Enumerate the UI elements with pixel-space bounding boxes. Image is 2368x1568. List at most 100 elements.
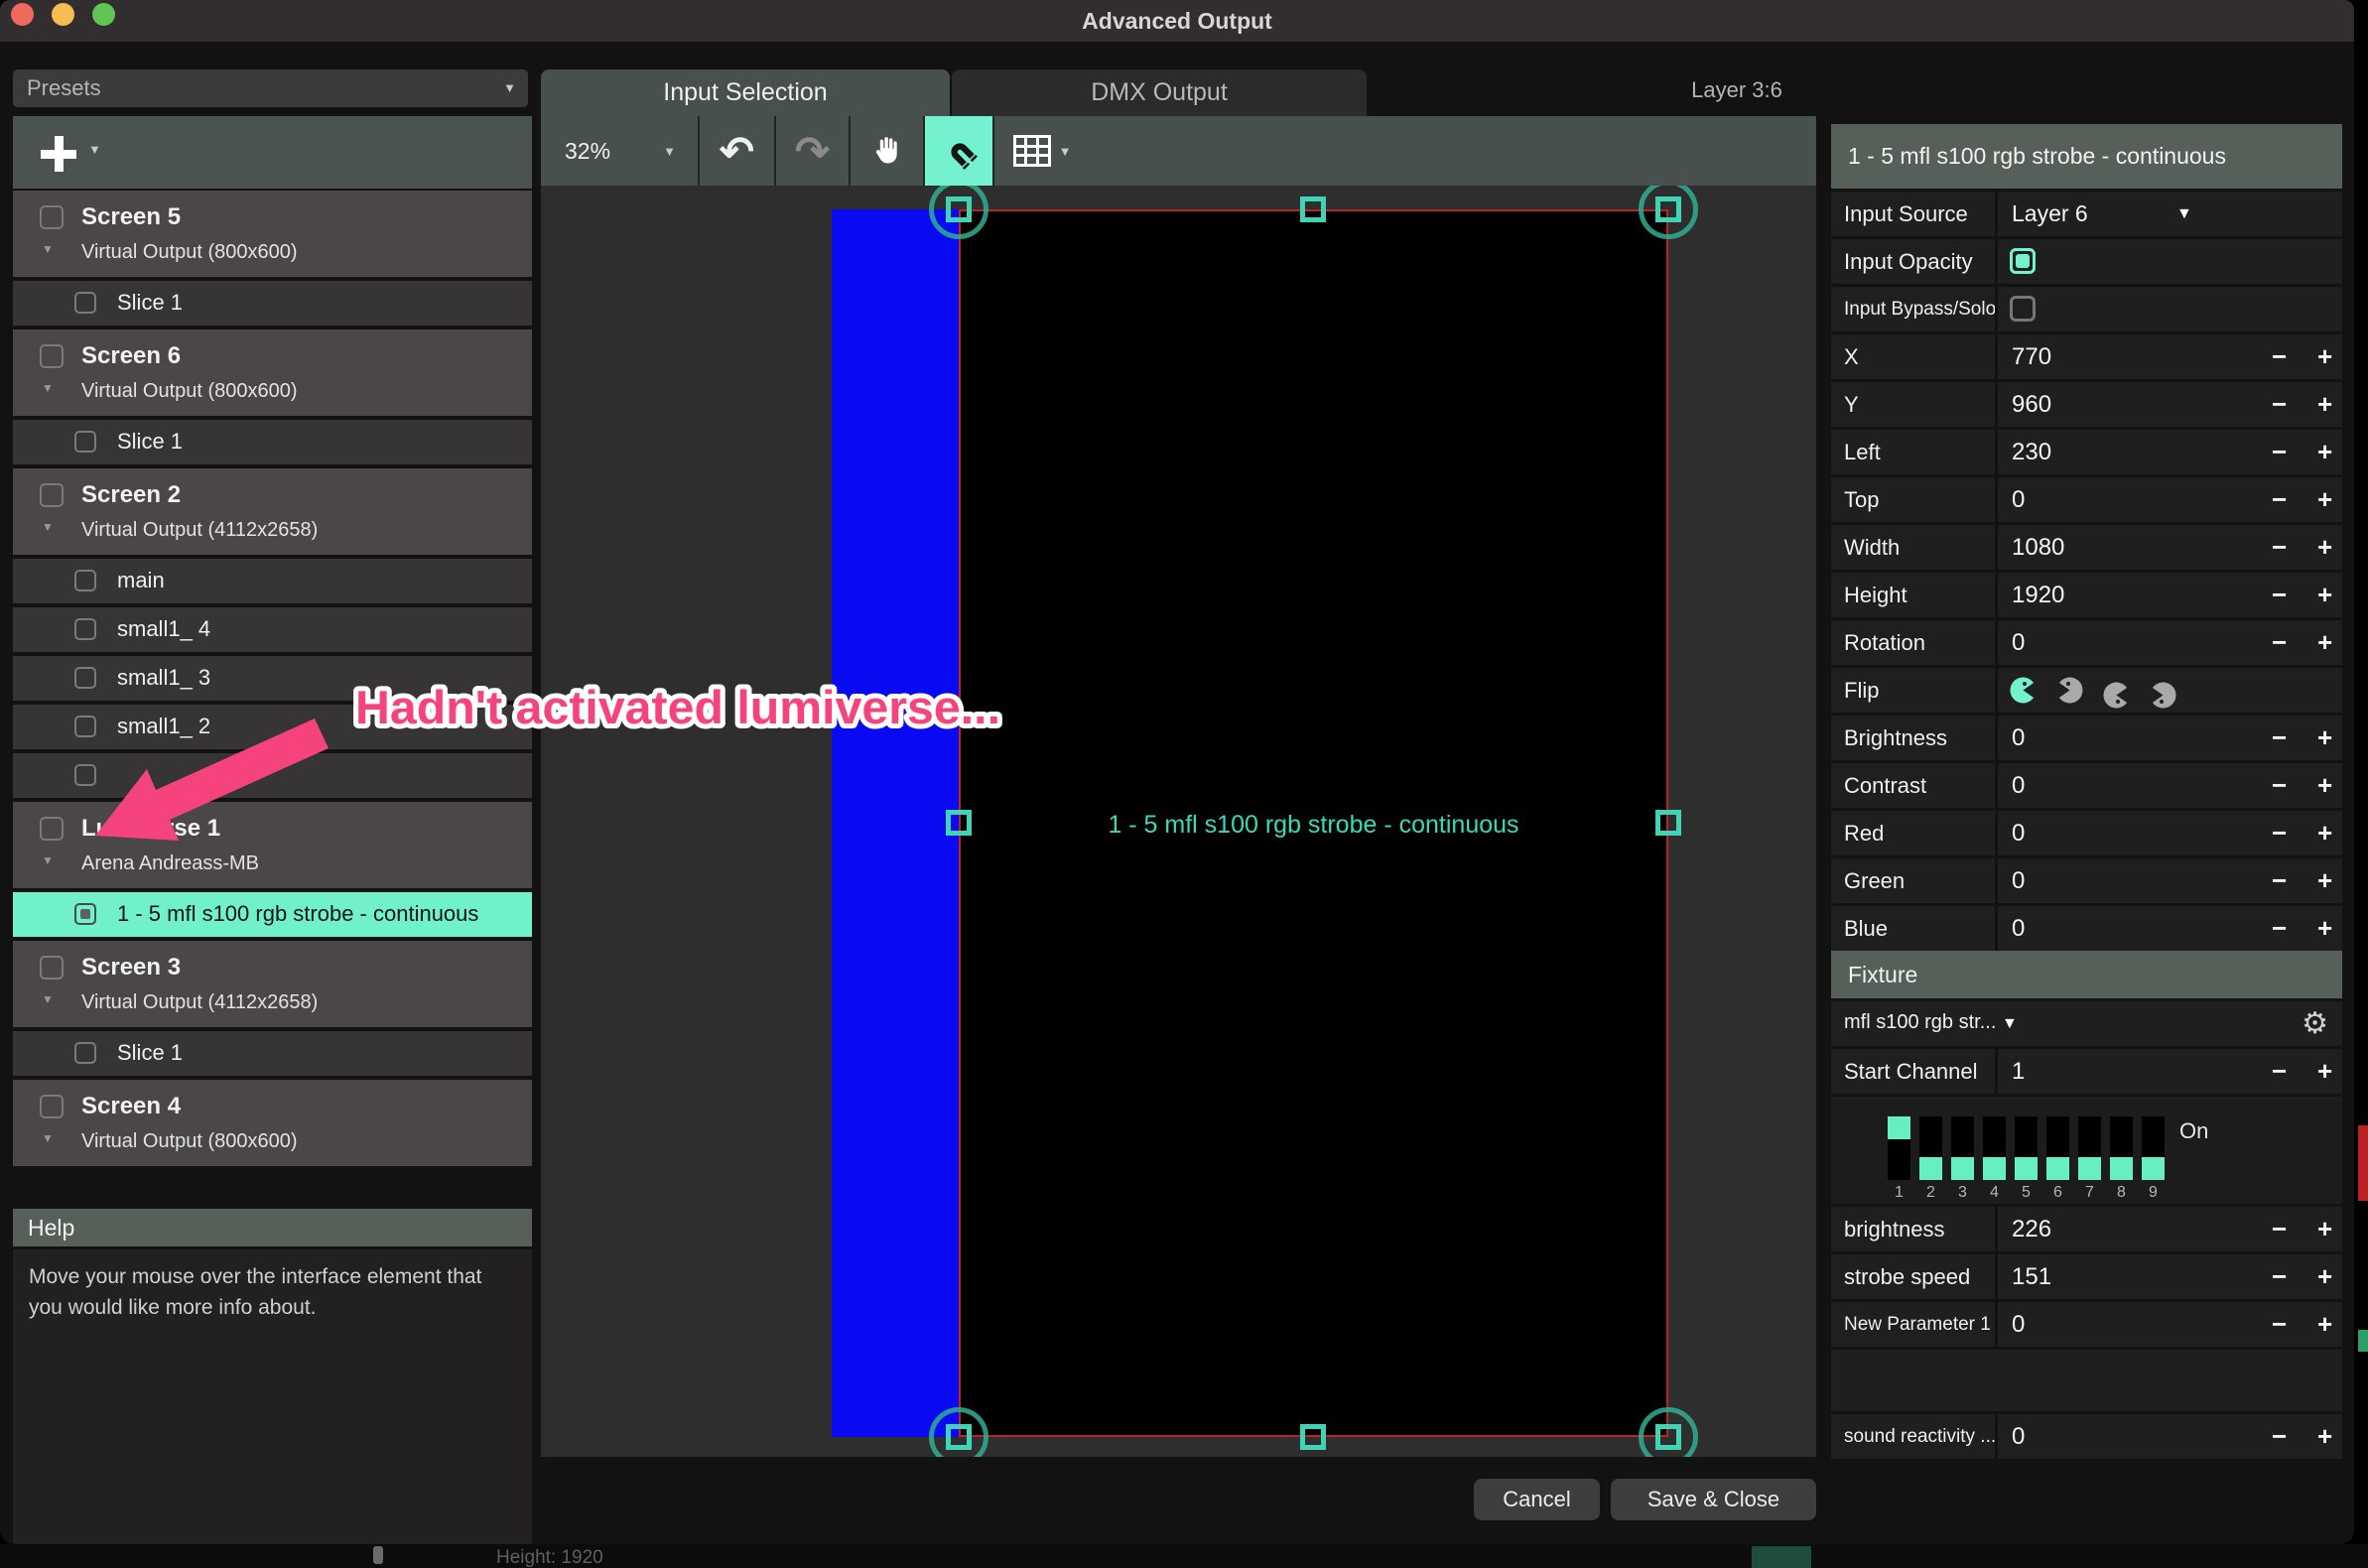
collapse-chevron-icon[interactable]: ▼ <box>42 853 54 867</box>
flip-icon[interactable] <box>2010 677 2037 709</box>
cancel-button[interactable]: Cancel <box>1474 1479 1600 1520</box>
parameter-value-cell[interactable]: 960 −+ <box>1998 382 2342 427</box>
parameter-value[interactable]: 770 <box>2012 343 2051 371</box>
parameter-value-cell[interactable]: 0−+ <box>1998 1302 2342 1347</box>
parameter-value-cell[interactable] <box>1998 239 2342 284</box>
corner-handle[interactable] <box>946 196 972 222</box>
parameter-value[interactable]: 1920 <box>2012 582 2064 609</box>
slice-row[interactable]: Slice 1 <box>13 420 532 464</box>
decrement-button[interactable]: − <box>2272 1309 2287 1340</box>
edge-handle[interactable] <box>1655 810 1681 836</box>
corner-handle[interactable] <box>946 1424 972 1450</box>
parameter-value[interactable]: 230 <box>2012 439 2051 466</box>
increment-button[interactable]: + <box>2317 865 2332 896</box>
decrement-button[interactable]: − <box>2272 913 2287 944</box>
gear-icon[interactable]: ⚙ <box>2302 1006 2328 1041</box>
output-group-row[interactable]: Screen 4▼Virtual Output (800x600) <box>13 1080 532 1166</box>
decrement-button[interactable]: − <box>2272 389 2287 420</box>
decrement-button[interactable]: − <box>2272 865 2287 896</box>
pan-tool-button[interactable] <box>849 116 923 186</box>
collapse-chevron-icon[interactable]: ▼ <box>42 1131 54 1145</box>
collapse-chevron-icon[interactable]: ▼ <box>42 242 54 256</box>
collapse-chevron-icon[interactable]: ▼ <box>42 992 54 1006</box>
parameter-value-cell[interactable]: 0−+ <box>1998 811 2342 855</box>
decrement-button[interactable]: − <box>2272 627 2287 658</box>
output-group-row[interactable]: Lumiverse 1▼Arena Andreass-MB <box>13 802 532 888</box>
parameter-value-cell[interactable]: 1−+ <box>1998 1049 2342 1094</box>
increment-button[interactable]: + <box>2317 437 2332 467</box>
decrement-button[interactable]: − <box>2272 722 2287 753</box>
tab-input-selection[interactable]: Input Selection <box>541 69 950 116</box>
parameter-value[interactable]: 0 <box>2012 724 2025 752</box>
parameter-value[interactable]: 0 <box>2012 867 2025 895</box>
redo-button[interactable]: ↷ <box>774 116 849 186</box>
decrement-button[interactable]: − <box>2272 1261 2287 1292</box>
slice-checkbox[interactable] <box>74 618 96 640</box>
parameter-value-cell[interactable]: 1080−+ <box>1998 525 2342 570</box>
output-group-row[interactable]: Screen 3▼Virtual Output (4112x2658) <box>13 941 532 1027</box>
parameter-value[interactable]: 0 <box>2012 486 2025 514</box>
parameter-value-cell[interactable]: 151−+ <box>1998 1254 2342 1299</box>
presets-dropdown[interactable]: Presets ▼ <box>13 69 528 107</box>
slice-row[interactable]: Slice 1 <box>13 1031 532 1076</box>
output-group-row[interactable]: Screen 5▼Virtual Output (800x600) <box>13 191 532 277</box>
increment-button[interactable]: + <box>2317 484 2332 515</box>
group-checkbox[interactable] <box>40 956 64 980</box>
parameter-value[interactable]: 0 <box>2012 1423 2025 1451</box>
corner-handle[interactable] <box>1655 196 1681 222</box>
parameter-value[interactable]: 0 <box>2012 820 2025 848</box>
output-group-row[interactable]: Screen 2▼Virtual Output (4112x2658) <box>13 468 532 555</box>
input-selection-canvas[interactable]: 1 - 5 mfl s100 rgb strobe - continuous <box>541 186 1816 1457</box>
slice-checkbox[interactable] <box>74 764 96 786</box>
increment-button[interactable]: + <box>2317 1261 2332 1292</box>
collapse-chevron-icon[interactable]: ▼ <box>42 520 54 534</box>
slice-row[interactable]: small1_ 4 <box>13 607 532 652</box>
fixture-type-dropdown[interactable]: mfl s100 rgb str... ▼ ⚙ <box>1831 1001 2342 1046</box>
parameter-value-cell[interactable]: 0−+ <box>1998 1414 2342 1459</box>
chevron-down-icon[interactable]: ▼ <box>2176 205 2192 223</box>
add-options-chevron-icon[interactable]: ▼ <box>88 142 101 157</box>
increment-button[interactable]: + <box>2317 580 2332 610</box>
decrement-button[interactable]: − <box>2272 580 2287 610</box>
decrement-button[interactable]: − <box>2272 437 2287 467</box>
parameter-value[interactable]: 0 <box>2012 629 2025 657</box>
decrement-button[interactable]: − <box>2272 818 2287 849</box>
slice-row[interactable]: small1_ 2 <box>13 705 532 749</box>
parameter-value[interactable]: 0 <box>2012 1311 2025 1339</box>
slice-checkbox[interactable] <box>74 716 96 737</box>
parameter-value-cell[interactable]: 0 −+ <box>1998 906 2342 951</box>
decrement-button[interactable]: − <box>2272 532 2287 563</box>
flip-icon[interactable] <box>2056 677 2083 709</box>
slice-checkbox[interactable] <box>74 903 96 925</box>
tab-dmx-output[interactable]: DMX Output <box>952 69 1367 116</box>
increment-button[interactable]: + <box>2317 913 2332 944</box>
decrement-button[interactable]: − <box>2272 341 2287 372</box>
group-checkbox[interactable] <box>40 483 64 507</box>
slice-checkbox[interactable] <box>74 292 96 314</box>
parameter-value[interactable]: 0 <box>2012 915 2025 943</box>
save-and-close-button[interactable]: Save & Close <box>1611 1479 1816 1520</box>
parameter-value-cell[interactable] <box>1998 668 2342 713</box>
group-checkbox[interactable] <box>40 1095 64 1118</box>
parameter-value[interactable]: 960 <box>2012 391 2051 419</box>
undo-button[interactable]: ↶ <box>698 116 774 186</box>
parameter-value[interactable]: 0 <box>2012 772 2025 800</box>
slice-checkbox[interactable] <box>74 1042 96 1064</box>
increment-button[interactable]: + <box>2317 389 2332 420</box>
decrement-button[interactable]: − <box>2272 770 2287 801</box>
titlebar[interactable]: Advanced Output <box>0 0 2354 42</box>
collapse-chevron-icon[interactable]: ▼ <box>42 381 54 395</box>
increment-button[interactable]: + <box>2317 1214 2332 1244</box>
parameter-value-cell[interactable]: 230 −+ <box>1998 430 2342 474</box>
edge-handle[interactable] <box>946 810 972 836</box>
decrement-button[interactable]: − <box>2272 484 2287 515</box>
add-screen-button[interactable] <box>41 136 76 172</box>
checkbox-unchecked[interactable] <box>2010 296 2036 322</box>
grid-options-button[interactable]: ▼ <box>992 116 1090 186</box>
decrement-button[interactable]: − <box>2272 1056 2287 1087</box>
increment-button[interactable]: + <box>2317 770 2332 801</box>
slice-checkbox[interactable] <box>74 570 96 591</box>
parameter-value-cell[interactable]: 0 −+ <box>1998 477 2342 522</box>
zoom-level-dropdown[interactable]: 32% ▼ <box>541 116 698 186</box>
parameter-value-cell[interactable]: 226−+ <box>1998 1207 2342 1251</box>
